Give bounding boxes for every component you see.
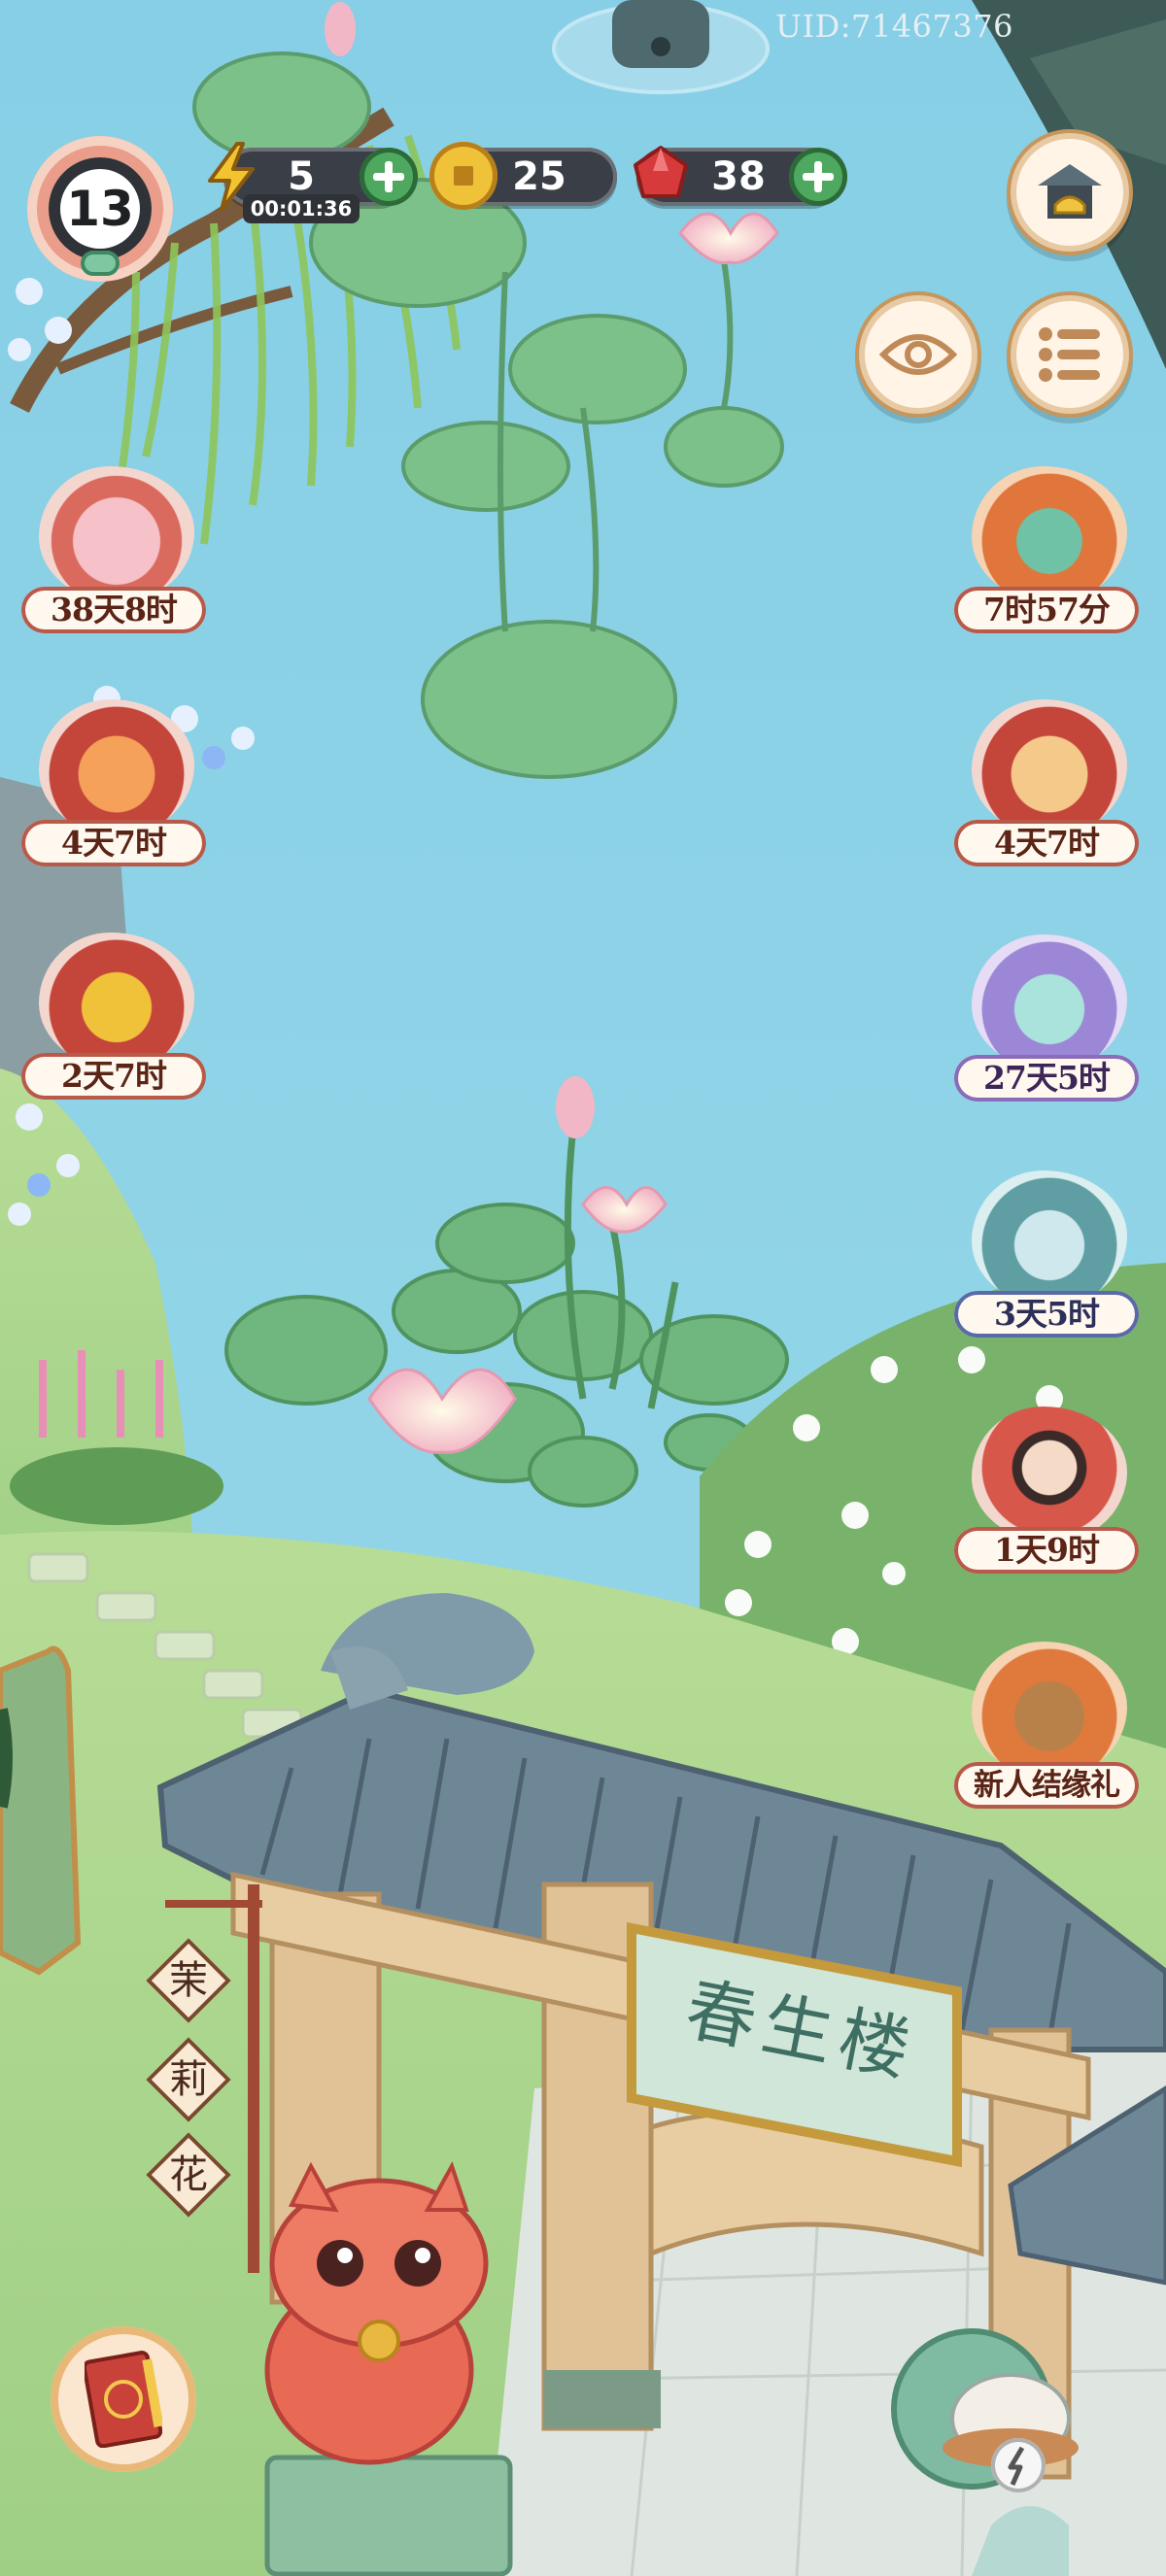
- coin-value: 25: [512, 154, 566, 199]
- broken-seal-icon: [991, 2438, 1046, 2492]
- tea-house-button[interactable]: [894, 2331, 1049, 2492]
- pavilion-icon: [1034, 156, 1106, 228]
- sign-character: 莉: [169, 2057, 208, 2102]
- event-timer-label: 38天8时: [21, 587, 206, 633]
- event-timer-label: 2天7时: [21, 1053, 206, 1100]
- gem-value: 38: [711, 154, 766, 199]
- gift-box-icon: [972, 1170, 1127, 1306]
- event-timer-label: 4天7时: [21, 820, 206, 866]
- sign-character: 花: [169, 2152, 208, 2197]
- event-timer-label: 4天7时: [954, 820, 1139, 866]
- golden-coin-icon: [39, 932, 194, 1068]
- list-icon: [1038, 324, 1102, 385]
- task-list-button[interactable]: [1016, 301, 1123, 408]
- event-fortune-cat[interactable]: 4天7时: [21, 699, 206, 894]
- event-timer-label: 3天5时: [954, 1291, 1139, 1338]
- energy-timer: 00:01:36: [243, 194, 360, 223]
- hide-ui-button[interactable]: [865, 301, 972, 408]
- eye-icon: [878, 325, 958, 384]
- book-festival-icon: [39, 466, 194, 602]
- gem-add-button[interactable]: [789, 148, 847, 206]
- copper-coin-icon: [429, 142, 497, 210]
- player-level-badge[interactable]: 13: [27, 136, 173, 282]
- event-cloud-spirit[interactable]: 27天5时: [954, 934, 1139, 1129]
- event-jade-ruyi[interactable]: 7时57分: [954, 466, 1139, 661]
- energy-add-button[interactable]: [360, 148, 418, 206]
- red-book-icon: [82, 2351, 164, 2449]
- cloud-spirit-icon: [972, 934, 1127, 1070]
- event-fan-cat[interactable]: 4天7时: [954, 699, 1139, 894]
- treasure-house-button[interactable]: [1016, 139, 1123, 246]
- event-timer-label: 7时57分: [954, 587, 1139, 633]
- treasure-chest-icon: [972, 1642, 1127, 1778]
- event-newbie-gift[interactable]: 新人结缘礼: [954, 1642, 1139, 1836]
- tea-girl-icon: [972, 1407, 1127, 1542]
- jade-charm-icon: [81, 251, 120, 276]
- event-timer-label: 1天9时: [954, 1527, 1139, 1574]
- collection-book-button[interactable]: [51, 2326, 196, 2472]
- level-number: 13: [66, 181, 134, 237]
- jasmine-shop-sign[interactable]: 茉 莉 花: [146, 1938, 231, 2224]
- event-tea-girl[interactable]: 1天9时: [954, 1407, 1139, 1601]
- fan-cat-icon: [972, 699, 1127, 835]
- event-timer-label: 27天5时: [954, 1055, 1139, 1102]
- red-gem-icon: [630, 144, 692, 206]
- event-gift-box[interactable]: 3天5时: [954, 1170, 1139, 1365]
- fortune-cat-icon: [39, 699, 194, 835]
- event-book-festival[interactable]: 38天8时: [21, 466, 206, 661]
- event-timer-label: 新人结缘礼: [954, 1762, 1139, 1809]
- teapot-icon: [933, 2370, 1011, 2438]
- jade-ruyi-icon: [972, 466, 1127, 602]
- sign-character: 茉: [169, 1958, 208, 2003]
- event-golden-coin[interactable]: 2天7时: [21, 932, 206, 1127]
- uid-label: UID:71467376: [775, 8, 1013, 45]
